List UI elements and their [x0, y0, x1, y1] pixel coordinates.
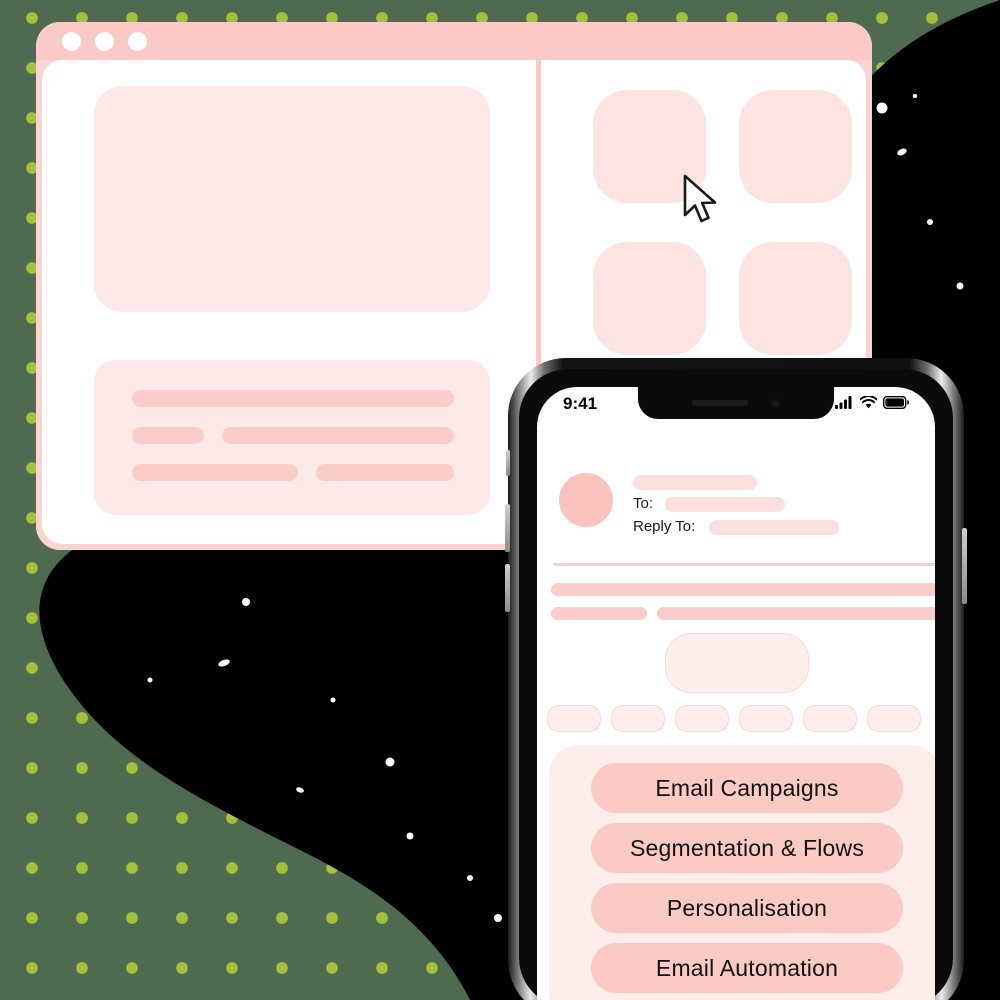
text-line-2-short — [132, 427, 204, 444]
browser-title-bar — [36, 22, 872, 60]
chip-4[interactable] — [739, 705, 793, 732]
body-line-2-long — [657, 607, 935, 620]
tile-4[interactable] — [739, 242, 852, 355]
mouse-pointer-icon — [682, 174, 722, 226]
phone-bezel: 9:41 To: Reply To: Email Campaigns Segme… — [519, 369, 953, 1000]
text-line-2-long — [222, 427, 454, 444]
power-button[interactable] — [962, 528, 967, 604]
earpiece-speaker-icon — [691, 400, 748, 406]
chip-2[interactable] — [611, 705, 665, 732]
reply-to-label: Reply To: — [633, 518, 696, 535]
feature-button-segmentation-flows[interactable]: Segmentation & Flows — [591, 823, 903, 873]
reply-to-value-placeholder — [709, 520, 839, 535]
tile-3[interactable] — [593, 242, 706, 355]
sender-name-placeholder — [633, 475, 757, 490]
body-line-2-short — [551, 607, 647, 620]
email-image-placeholder — [665, 633, 809, 693]
wifi-icon — [859, 394, 878, 414]
feature-button-personalisation[interactable]: Personalisation — [591, 883, 903, 933]
feature-button-email-automation[interactable]: Email Automation — [591, 943, 903, 993]
chip-3[interactable] — [675, 705, 729, 732]
body-line-1 — [551, 583, 935, 596]
text-card-placeholder — [94, 360, 490, 515]
text-line-3-medium — [132, 464, 298, 481]
maximize-dot-icon[interactable] — [128, 31, 147, 51]
chip-5[interactable] — [803, 705, 857, 732]
email-divider — [553, 563, 935, 566]
to-value-placeholder — [665, 497, 785, 512]
text-line-1 — [132, 390, 454, 407]
hero-image-placeholder — [94, 86, 490, 312]
phone-screen: 9:41 To: Reply To: Email Campaigns Segme… — [537, 387, 935, 1000]
feature-list-card: Email Campaigns Segmentation & Flows Per… — [549, 745, 935, 1000]
front-camera-icon — [769, 397, 781, 409]
feature-button-email-campaigns[interactable]: Email Campaigns — [591, 763, 903, 813]
volume-down-button[interactable] — [505, 564, 510, 612]
mute-switch[interactable] — [506, 450, 510, 476]
smartphone-mockup: 9:41 To: Reply To: Email Campaigns Segme… — [505, 358, 967, 1000]
phone-notch — [638, 387, 834, 419]
battery-icon — [882, 394, 910, 414]
volume-up-button[interactable] — [505, 504, 510, 552]
minimize-dot-icon[interactable] — [95, 31, 114, 51]
to-label: To: — [633, 495, 654, 512]
chip-1[interactable] — [547, 705, 601, 732]
cellular-signal-icon — [835, 394, 854, 414]
close-dot-icon[interactable] — [62, 31, 81, 51]
tile-2[interactable] — [739, 90, 852, 203]
screenshot-stage: 9:41 To: Reply To: Email Campaigns Segme… — [0, 0, 1000, 1000]
sender-avatar — [559, 473, 613, 527]
status-bar-time: 9:41 — [563, 394, 598, 413]
chip-6[interactable] — [867, 705, 921, 732]
text-line-3-short — [316, 464, 454, 481]
browser-left-panel — [42, 60, 536, 544]
